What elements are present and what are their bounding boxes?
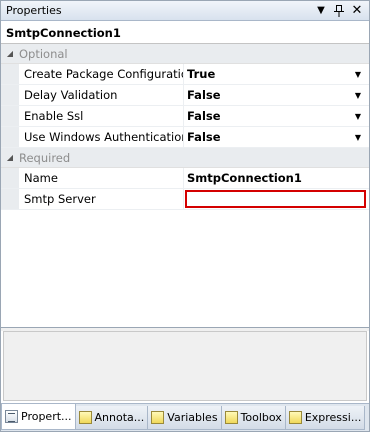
tab-variables[interactable]: Variables (148, 406, 222, 430)
property-name[interactable]: Use Windows Authentication (19, 127, 184, 147)
dropdown-arrow-icon[interactable]: ▼ (355, 127, 361, 148)
window-title: Properties (6, 4, 62, 17)
title-bar: Properties ▼ ✕ (1, 1, 369, 21)
property-value[interactable]: False ▼ (184, 85, 369, 105)
dropdown-arrow-icon[interactable]: ▼ (355, 106, 361, 127)
tab-label: Annota... (94, 411, 145, 424)
toolbox-icon (224, 411, 238, 424)
dropdown-arrow-icon[interactable]: ▼ (355, 64, 361, 85)
category-optional[interactable]: ◢ Optional (1, 44, 369, 64)
property-name[interactable]: Create Package Configuration (19, 64, 184, 84)
category-required[interactable]: ◢ Required (1, 148, 369, 168)
properties-icon (5, 410, 18, 423)
tab-expressions[interactable]: Expressi... (285, 406, 366, 430)
property-value[interactable]: SmtpConnection1 (184, 168, 369, 188)
property-name[interactable]: Smtp Server (19, 189, 184, 209)
chevron-down-icon: ▼ (317, 5, 325, 16)
object-selector[interactable]: SmtpConnection1 (1, 22, 369, 44)
property-value[interactable]: False ▼ (184, 106, 369, 126)
property-row-smtp-server[interactable]: Smtp Server (1, 189, 369, 210)
property-value-text: False (187, 109, 221, 123)
property-value-text: True (187, 67, 216, 81)
tab-toolbox[interactable]: Toolbox (221, 406, 286, 430)
tab-annotations[interactable]: Annota... (75, 406, 149, 430)
tab-properties[interactable]: Propert... (1, 404, 76, 430)
property-value[interactable]: True ▼ (184, 64, 369, 84)
row-gutter (1, 85, 19, 105)
property-row-delay-validation[interactable]: Delay Validation False ▼ (1, 85, 369, 106)
row-gutter (1, 106, 19, 126)
row-gutter (1, 189, 19, 209)
collapse-toggle-icon[interactable]: ◢ (1, 153, 19, 162)
tab-label: Toolbox (240, 411, 282, 424)
close-icon: ✕ (351, 3, 363, 18)
tool-window-tabstrip: Propert... Annota... Variables Toolbox E… (1, 403, 369, 431)
property-value-text: False (187, 130, 221, 144)
window-menu-button[interactable]: ▼ (313, 3, 329, 19)
row-gutter (1, 127, 19, 147)
property-name[interactable]: Enable Ssl (19, 106, 184, 126)
property-name[interactable]: Name (19, 168, 184, 188)
tab-label: Propert... (21, 410, 72, 423)
property-value-text: False (187, 88, 221, 102)
property-value[interactable]: False ▼ (184, 127, 369, 147)
row-gutter (1, 168, 19, 188)
property-row-create-package-configuration[interactable]: Create Package Configuration True ▼ (1, 64, 369, 85)
property-value-text: SmtpConnection1 (187, 171, 302, 185)
tab-label: Variables (167, 411, 218, 424)
property-grid: ◢ Optional Create Package Configuration … (1, 44, 369, 327)
tab-label: Expressi... (304, 411, 362, 424)
close-button[interactable]: ✕ (349, 3, 365, 19)
category-label: Optional (19, 46, 68, 61)
variables-icon (151, 411, 165, 424)
properties-window: Properties ▼ ✕ SmtpConnection1 ◢ Optiona… (0, 0, 370, 432)
pin-button[interactable] (331, 3, 347, 19)
category-label: Required (19, 150, 71, 165)
pin-icon (334, 4, 344, 17)
property-row-use-windows-authentication[interactable]: Use Windows Authentication False ▼ (1, 127, 369, 148)
annotations-icon (78, 411, 92, 424)
property-row-enable-ssl[interactable]: Enable Ssl False ▼ (1, 106, 369, 127)
collapse-toggle-icon[interactable]: ◢ (1, 49, 19, 58)
smtp-server-input[interactable] (185, 190, 366, 208)
property-name[interactable]: Delay Validation (19, 85, 184, 105)
expressions-icon (288, 411, 302, 424)
row-gutter (1, 64, 19, 84)
property-row-name[interactable]: Name SmtpConnection1 (1, 168, 369, 189)
description-panel (3, 331, 367, 401)
dropdown-arrow-icon[interactable]: ▼ (355, 85, 361, 106)
